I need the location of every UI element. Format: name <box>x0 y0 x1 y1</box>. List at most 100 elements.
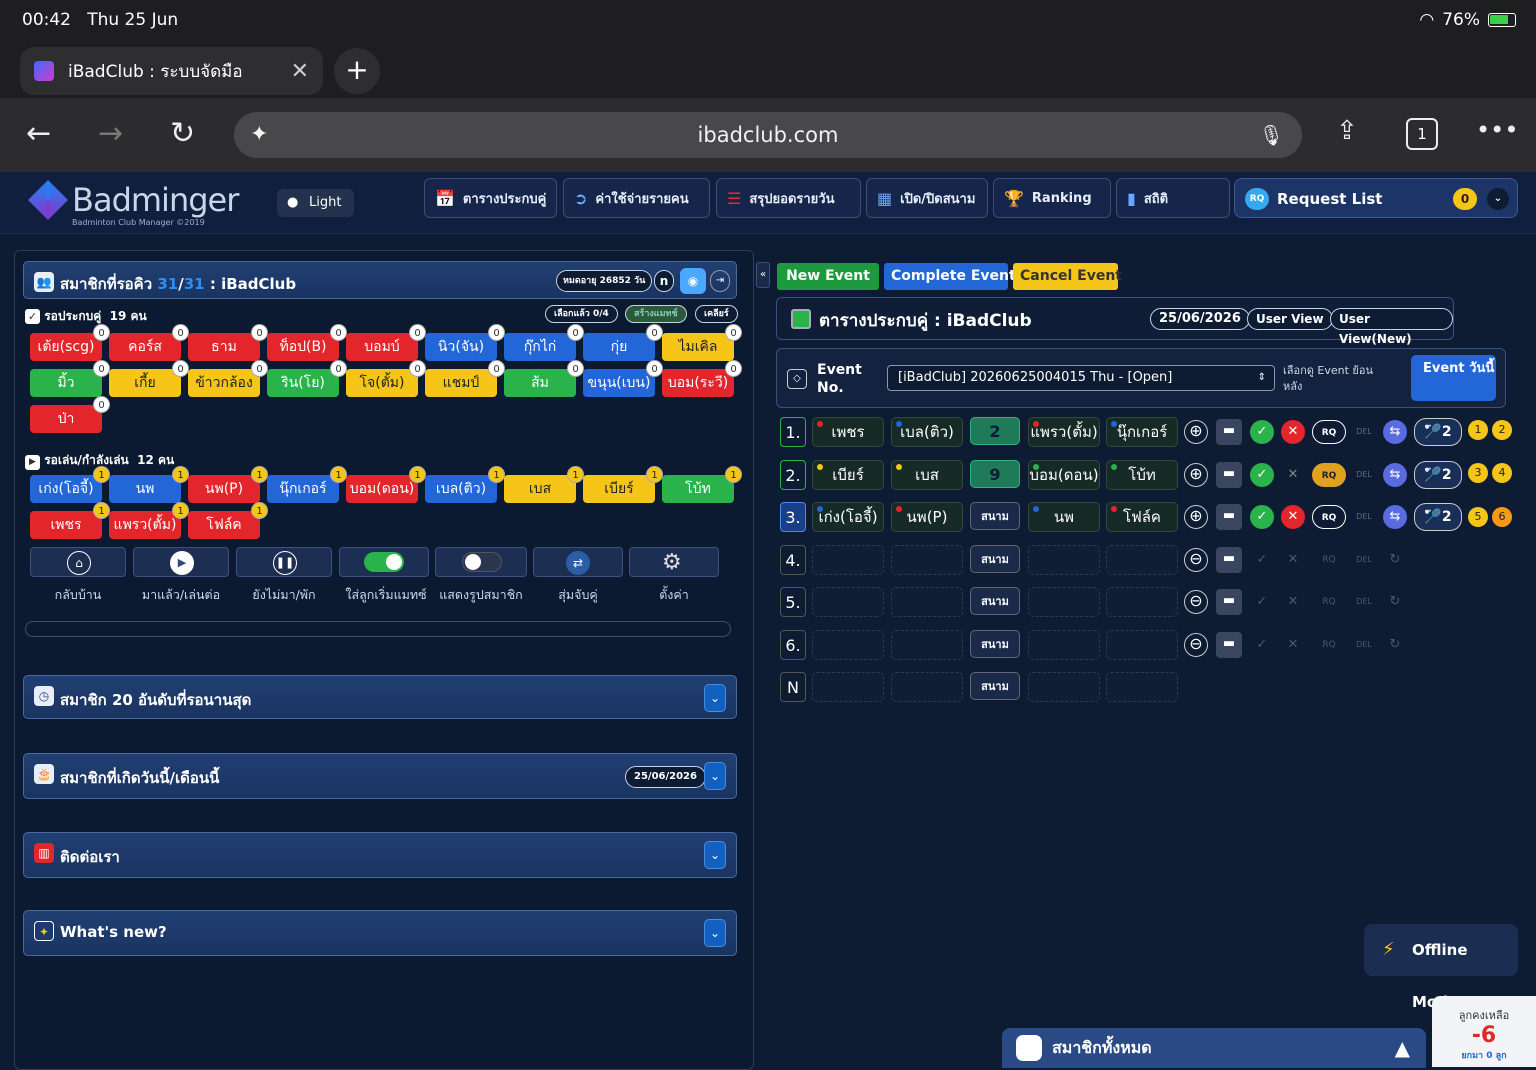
empty-slot[interactable] <box>891 587 963 617</box>
player-chip[interactable]: คอร์ส 0 <box>109 324 189 361</box>
complete-event-button[interactable]: Complete Event <box>884 263 1016 290</box>
delete-button[interactable]: DEL <box>1350 548 1378 572</box>
save-icon[interactable]: ▬ <box>1216 504 1242 530</box>
player-slot[interactable]: นพ <box>1028 502 1100 532</box>
player-chip[interactable]: เกี้ย 0 <box>109 360 189 397</box>
save-icon[interactable]: ▬ <box>1216 546 1242 573</box>
court-number[interactable]: สนาม <box>970 502 1020 530</box>
mic-icon[interactable]: 🎙 <box>1259 112 1284 158</box>
player-chip[interactable]: บอม(ระวี) 0 <box>662 360 742 397</box>
empty-slot[interactable] <box>1028 544 1100 575</box>
more-icon[interactable]: ••• <box>1476 116 1518 144</box>
back-icon[interactable]: ← <box>26 116 51 151</box>
player-chip[interactable]: นุ๊กเกอร์ 1 <box>267 466 347 503</box>
nav-expenses[interactable]: ➲ ค่าใช้จ่ายรายคน <box>563 178 710 218</box>
start-shuttle-toggle[interactable] <box>339 547 429 577</box>
reset-icon[interactable]: ↻ <box>1383 548 1407 572</box>
event-select[interactable]: [iBadClub] 20260625004015 Thu - [Open] ⇕ <box>887 365 1275 391</box>
player-slot[interactable]: เบล(ติว) <box>891 417 963 447</box>
arrived-button[interactable]: ▶ <box>133 547 229 577</box>
player-slot[interactable]: เบียร์ <box>812 459 884 490</box>
player-slot[interactable]: นพ(P) <box>891 502 963 532</box>
remove-icon[interactable]: ⊖ <box>1184 590 1208 614</box>
random-pair-button[interactable]: ⇄ <box>533 547 623 577</box>
reset-icon[interactable]: ↻ <box>1383 633 1407 657</box>
save-icon[interactable]: ▬ <box>1216 461 1242 488</box>
cancel-icon[interactable]: ✕ <box>1281 633 1305 657</box>
player-slot[interactable]: บอม(ดอน) <box>1028 459 1100 490</box>
confirm-icon[interactable]: ✓ <box>1250 548 1274 572</box>
empty-slot[interactable] <box>1106 629 1178 660</box>
player-chip[interactable]: เก่ง(โอจี้) 1 <box>30 466 110 503</box>
nav-stats[interactable]: ▮ สถิติ <box>1116 178 1230 218</box>
offline-mode-button[interactable]: ⚡ Offline Mode <box>1364 924 1518 1011</box>
reload-icon[interactable]: ↻ <box>170 116 195 151</box>
rq-button[interactable]: RQ <box>1312 590 1346 614</box>
court-number[interactable]: 9 <box>970 459 1020 488</box>
chevron-up-icon[interactable]: ▲ <box>1395 1028 1410 1068</box>
chevron-down-icon[interactable]: ⌄ <box>1487 188 1509 210</box>
cancel-icon[interactable]: ✕ <box>1281 505 1305 529</box>
nav-daily-summary[interactable]: ☰ สรุปยอดรายวัน <box>716 178 861 218</box>
player-chip[interactable]: ไมเคิล 0 <box>662 324 742 361</box>
sparkle-icon[interactable]: ✦ <box>250 112 268 158</box>
court-number[interactable]: 2 <box>970 417 1020 445</box>
player-slot[interactable]: เบส <box>891 459 963 490</box>
court-number[interactable]: สนาม <box>970 544 1020 573</box>
user-view-button[interactable]: User View <box>1247 308 1333 330</box>
empty-slot[interactable] <box>1028 672 1100 702</box>
player-chip[interactable]: แพรว(ตั้ม) 1 <box>109 502 189 539</box>
player-slot[interactable]: โฟล์ค <box>1106 502 1178 532</box>
longest-waiting-card[interactable]: ◷ สมาชิก 20 อันดับที่รอนานสุด ⌄ <box>23 675 737 719</box>
empty-slot[interactable] <box>1106 544 1178 575</box>
n-button[interactable]: n <box>654 270 674 292</box>
new-event-button[interactable]: New Event <box>777 263 879 290</box>
save-icon[interactable]: ▬ <box>1216 419 1242 445</box>
rq-button[interactable]: RQ <box>1312 548 1346 572</box>
nav-courts[interactable]: ▦ เปิด/ปิดสนาม <box>866 178 988 218</box>
light-mode-button[interactable]: ● Light <box>277 189 354 217</box>
player-chip[interactable]: มิ้ว 0 <box>30 360 110 397</box>
forward-icon[interactable]: → <box>98 116 123 151</box>
player-chip[interactable]: โบ้ท 1 <box>662 466 742 503</box>
cancel-icon[interactable]: ✕ <box>1281 590 1305 614</box>
confirm-icon[interactable]: ✓ <box>1250 420 1274 444</box>
whats-new-card[interactable]: ✦ What's new? ⌄ <box>23 910 737 956</box>
save-icon[interactable]: ▬ <box>1216 589 1242 615</box>
player-chip[interactable]: โจ(ตั้ม) 0 <box>346 360 426 397</box>
add-icon[interactable]: ⊕ <box>1184 420 1208 444</box>
rq-button[interactable]: RQ <box>1312 505 1346 529</box>
cancel-icon[interactable]: ✕ <box>1281 548 1305 572</box>
nav-ranking[interactable]: 🏆 Ranking <box>993 178 1111 218</box>
player-chip[interactable]: ท็อป(B) 0 <box>267 324 347 361</box>
player-chip[interactable]: นิว(จัน) 0 <box>425 324 505 361</box>
share-icon[interactable]: ⇪ <box>1336 116 1358 146</box>
delete-button[interactable]: DEL <box>1350 633 1378 657</box>
empty-slot[interactable] <box>891 672 963 702</box>
swap-icon[interactable]: ⇆ <box>1383 462 1407 487</box>
birthday-card[interactable]: 🎂 สมาชิกที่เกิดวันนี้/เดือนนี้ 25/06/202… <box>23 753 737 799</box>
settings-button[interactable]: ⚙ <box>629 547 719 577</box>
delete-button[interactable]: DEL <box>1350 590 1378 614</box>
delete-button[interactable]: DEL <box>1350 463 1378 487</box>
save-icon[interactable]: ▬ <box>1216 631 1242 658</box>
swap-icon[interactable]: ⇆ <box>1383 420 1407 444</box>
empty-slot[interactable] <box>1106 587 1178 617</box>
rq-button[interactable]: RQ <box>1312 633 1346 657</box>
player-slot[interactable]: เพชร <box>812 417 884 447</box>
empty-slot[interactable] <box>812 629 884 660</box>
rq-button[interactable]: RQ <box>1312 462 1346 487</box>
empty-slot[interactable] <box>812 672 884 702</box>
shuttle-count-button[interactable]: 🏸2 <box>1414 460 1462 489</box>
chevron-down-icon[interactable]: ⌄ <box>704 762 726 790</box>
go-home-button[interactable]: ⌂ <box>30 547 126 577</box>
player-chip[interactable]: กุ่ย 0 <box>583 324 663 361</box>
clear-button[interactable]: เคลียร์ <box>695 305 738 323</box>
show-photo-toggle[interactable] <box>435 547 527 577</box>
url-bar[interactable]: ✦ ibadclub.com 🎙 <box>234 112 1302 158</box>
cancel-icon[interactable]: ✕ <box>1281 463 1305 487</box>
toggle-view-icon[interactable]: ◉ <box>680 268 706 294</box>
cancel-icon[interactable]: ✕ <box>1281 420 1305 444</box>
empty-slot[interactable] <box>1028 629 1100 660</box>
swap-icon[interactable]: ⇆ <box>1383 505 1407 529</box>
